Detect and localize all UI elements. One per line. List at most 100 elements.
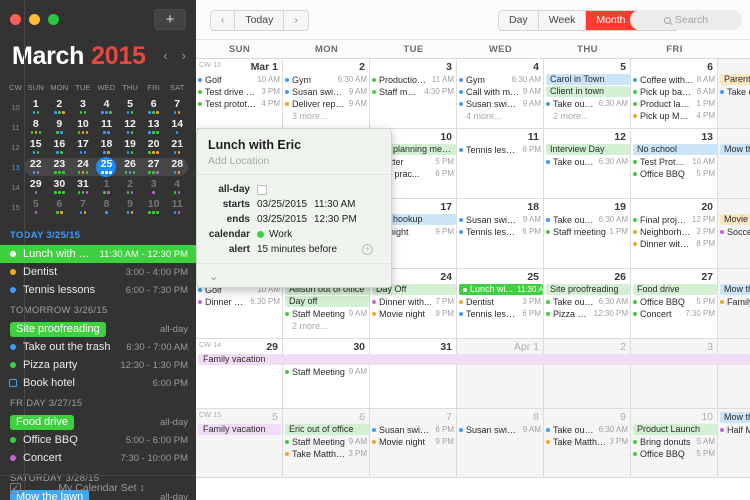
mini-calendar-week[interactable]: 15 5 6 7 8 9 10 11 xyxy=(7,197,189,217)
calendar-event-timed[interactable]: Take out t... 6:30 AM xyxy=(546,98,630,109)
calendar-day-cell[interactable]: 21Movie n...Soccer p... xyxy=(718,199,750,268)
mini-calendar-day[interactable]: 18 xyxy=(95,139,119,155)
calendar-event-timed[interactable]: Take out t... 6:30 AM xyxy=(546,156,630,167)
calendar-day-cell[interactable]: Mow the...Half Ma... xyxy=(718,409,750,477)
agenda-event-row[interactable]: Dentist 3:00 - 4:00 PM xyxy=(0,263,196,281)
agenda-event-row[interactable]: Tennis lessons 6:00 - 7:30 PM xyxy=(0,281,196,299)
mini-calendar-day[interactable]: 15 xyxy=(24,139,48,155)
mini-calendar-day[interactable]: 14 xyxy=(165,119,189,135)
event-detail-popover[interactable]: Lunch with Eric Add Location all-day sta… xyxy=(196,128,392,288)
calendar-event-timed[interactable]: Take out t... 6:30 AM xyxy=(546,424,630,435)
calendar-event-timed[interactable]: Test drive Te... 3 PM xyxy=(198,86,282,97)
calendar-event-timed[interactable]: Call with ma... 9 AM xyxy=(459,86,543,97)
mini-calendar-day[interactable]: 11 xyxy=(95,119,119,135)
calendar-event-timed[interactable]: Dinner wit...6:30 PM xyxy=(198,296,282,307)
mini-calendar-day[interactable]: 17 xyxy=(71,139,95,155)
calendar-event-multiday[interactable]: Family vacation xyxy=(198,354,750,365)
calendar-event-multiday[interactable]: Family vacation xyxy=(198,424,281,435)
mini-calendar-day[interactable]: 6 xyxy=(142,99,166,115)
calendar-more-events-link[interactable]: 4 more... xyxy=(459,110,543,121)
calendar-event-allday[interactable]: Food drive xyxy=(633,284,717,295)
calendar-day-cell[interactable]: 3110K Fundra...12 PM xyxy=(370,339,457,408)
calendar-event-timed[interactable]: Deliver reports 9 AM xyxy=(285,98,369,109)
mini-calendar-day[interactable]: 9 xyxy=(48,119,72,135)
calendar-more-events-link[interactable]: 2 more... xyxy=(285,320,369,331)
calendar-more-events-link[interactable]: 3 more... xyxy=(285,110,369,121)
mini-calendar-day[interactable]: 2 xyxy=(118,179,142,195)
mini-calendar-week[interactable]: 11 8 9 10 11 12 13 14 xyxy=(7,117,189,137)
calendar-event-allday[interactable]: Parents xyxy=(720,74,750,85)
calendar-event-timed[interactable]: Take out t... 6:30 AM xyxy=(546,296,630,307)
mini-calendar-day[interactable]: 30 xyxy=(48,179,72,195)
calendar-day-cell[interactable]: 7 Susan swim... 6 PM Movie night 9 PM xyxy=(370,409,457,477)
chevron-down-icon[interactable]: ⌄ xyxy=(209,270,218,283)
today-button[interactable]: Today xyxy=(235,11,285,30)
calendar-event-timed[interactable]: Staff meeting 1 PM xyxy=(546,226,630,237)
mini-calendar-day[interactable]: 24 xyxy=(71,159,95,175)
calendar-event-timed[interactable]: Susan swim... 9 AM xyxy=(459,424,543,435)
calendar-event-timed[interactable]: Office BBQ 5 PM xyxy=(633,448,717,459)
mini-calendar-day[interactable]: 10 xyxy=(71,119,95,135)
calendar-event-timed[interactable]: Susan swim... 9 AM xyxy=(459,98,543,109)
calendar-event-timed[interactable]: Take Matthe... 3 PM xyxy=(285,448,369,459)
mini-calendar-prev-icon[interactable]: ‹ xyxy=(163,48,167,63)
zoom-window-icon[interactable] xyxy=(48,14,59,25)
calendar-event-allday[interactable]: Client in town xyxy=(546,86,630,97)
calendar-event-timed[interactable]: Staff mee... 4:30 PM xyxy=(372,86,456,97)
calendar-event-allday[interactable]: Mow the... xyxy=(720,284,750,295)
calendar-event-timed[interactable]: Movie night 9 PM xyxy=(372,308,456,319)
calendar-event-timed[interactable]: Family b... xyxy=(720,296,750,307)
calendar-day-cell[interactable]: CW 14 29 xyxy=(196,339,283,408)
agenda-event-row[interactable]: Site proofreading all-day xyxy=(0,320,196,338)
agenda-event-row[interactable]: Concert 7:30 - 10:00 PM xyxy=(0,449,196,467)
calendar-event-timed[interactable]: Gym 6:30 AM xyxy=(285,74,369,85)
mini-calendar-week[interactable]: 14 29 30 31 1 2 3 4 xyxy=(7,177,189,197)
popover-event-title[interactable]: Lunch with Eric xyxy=(208,138,380,152)
calendar-day-cell[interactable]: 2 Gym 6:30 AM Susan swim... 9 AM Deliver repo… xyxy=(283,59,370,128)
calendar-event-timed[interactable]: Staff Meeting 9 AM xyxy=(285,366,369,377)
calendar-day-cell[interactable]: 30New site goes liveStaff Meeting9 AM xyxy=(283,339,370,408)
calendar-event-timed[interactable]: Susan swim... 6 PM xyxy=(372,424,456,435)
mini-calendar-day[interactable]: 21 xyxy=(165,139,189,155)
mini-calendar-day[interactable]: 31 xyxy=(71,179,95,195)
calendar-event-allday[interactable]: Interview Day xyxy=(546,144,630,155)
popover-alert-value[interactable]: 15 minutes before xyxy=(257,244,337,255)
calendar-event-timed[interactable]: Production... 11 AM xyxy=(372,74,456,85)
mini-calendar-next-icon[interactable]: › xyxy=(182,48,186,63)
calendar-day-cell[interactable]: 3 Production... 11 AM Staff mee... 4:30 PM xyxy=(370,59,457,128)
calendar-event-timed[interactable]: Gym 6:30 AM xyxy=(459,74,543,85)
calendar-day-cell[interactable] xyxy=(718,339,750,408)
calendar-event-allday[interactable]: Mow the... xyxy=(720,144,750,155)
calendar-event-timed[interactable]: Golf 10 AM xyxy=(198,74,282,85)
view-tab-month[interactable]: Month xyxy=(586,11,637,30)
calendar-day-cell[interactable]: CW 10 Mar 1 Golf 10 AM Test drive Te... 3 PM T… xyxy=(196,59,283,128)
calendar-day-cell[interactable]: Apr 1 xyxy=(457,339,544,408)
calendar-event-timed[interactable]: Staff Meeting 9 AM xyxy=(285,308,369,319)
next-period-button[interactable]: › xyxy=(284,11,308,30)
popover-location-field[interactable]: Add Location xyxy=(208,155,380,167)
calendar-event-timed[interactable]: Susan swim... 9 AM xyxy=(285,86,369,97)
calendar-event-timed[interactable]: Dinner with... 7 PM xyxy=(372,296,456,307)
calendar-day-cell[interactable]: 12 Interview Day Take out t... 6:30 AM xyxy=(544,129,631,198)
mini-calendar-day[interactable]: 10 xyxy=(142,199,166,215)
calendar-day-cell[interactable]: 9 Take out t... 6:30 AM Take Matthe... 3 PM xyxy=(544,409,631,477)
calendar-event-allday[interactable]: No school xyxy=(633,144,717,155)
mini-calendar-day[interactable]: 4 xyxy=(165,179,189,195)
mini-calendar-grid[interactable]: CW SUN MON TUE WED THU FRI SAT 10 1 2 3 4 5 6 7 11 8 9 10 11… xyxy=(0,0,196,500)
calendar-event-timed[interactable]: Dentist 3 PM xyxy=(459,296,543,307)
calendar-day-cell[interactable]: 7ParentsTake car... xyxy=(718,59,750,128)
close-window-icon[interactable] xyxy=(10,14,21,25)
agenda-event-row[interactable]: Book hotel 6:00 PM xyxy=(0,374,196,392)
calendar-day-cell[interactable]: 11 Tennis lessons 6 PM xyxy=(457,129,544,198)
calendar-event-allday[interactable]: Carol in Town xyxy=(546,74,630,85)
mini-calendar-day[interactable]: 7 xyxy=(71,199,95,215)
calendar-set-checkbox-icon[interactable]: ✓ xyxy=(10,482,21,494)
calendar-event-allday[interactable]: Movie n... xyxy=(720,214,750,225)
agenda-event-row[interactable]: Pizza party 12:30 - 1:30 PM xyxy=(0,356,196,374)
popover-ends-date[interactable]: 03/25/2015 xyxy=(257,214,314,225)
calendar-event-timed[interactable]: Test Prototype10 AM xyxy=(633,156,717,167)
date-nav-group[interactable]: ‹ Today › xyxy=(210,10,309,31)
mini-calendar-week[interactable]: 12 15 16 17 18 19 20 21 xyxy=(7,137,189,157)
calendar-day-cell[interactable]: CW 15 5 xyxy=(196,409,283,477)
calendar-day-cell[interactable]: 5 Carol in Town Client in town Take out t..… xyxy=(544,59,631,128)
